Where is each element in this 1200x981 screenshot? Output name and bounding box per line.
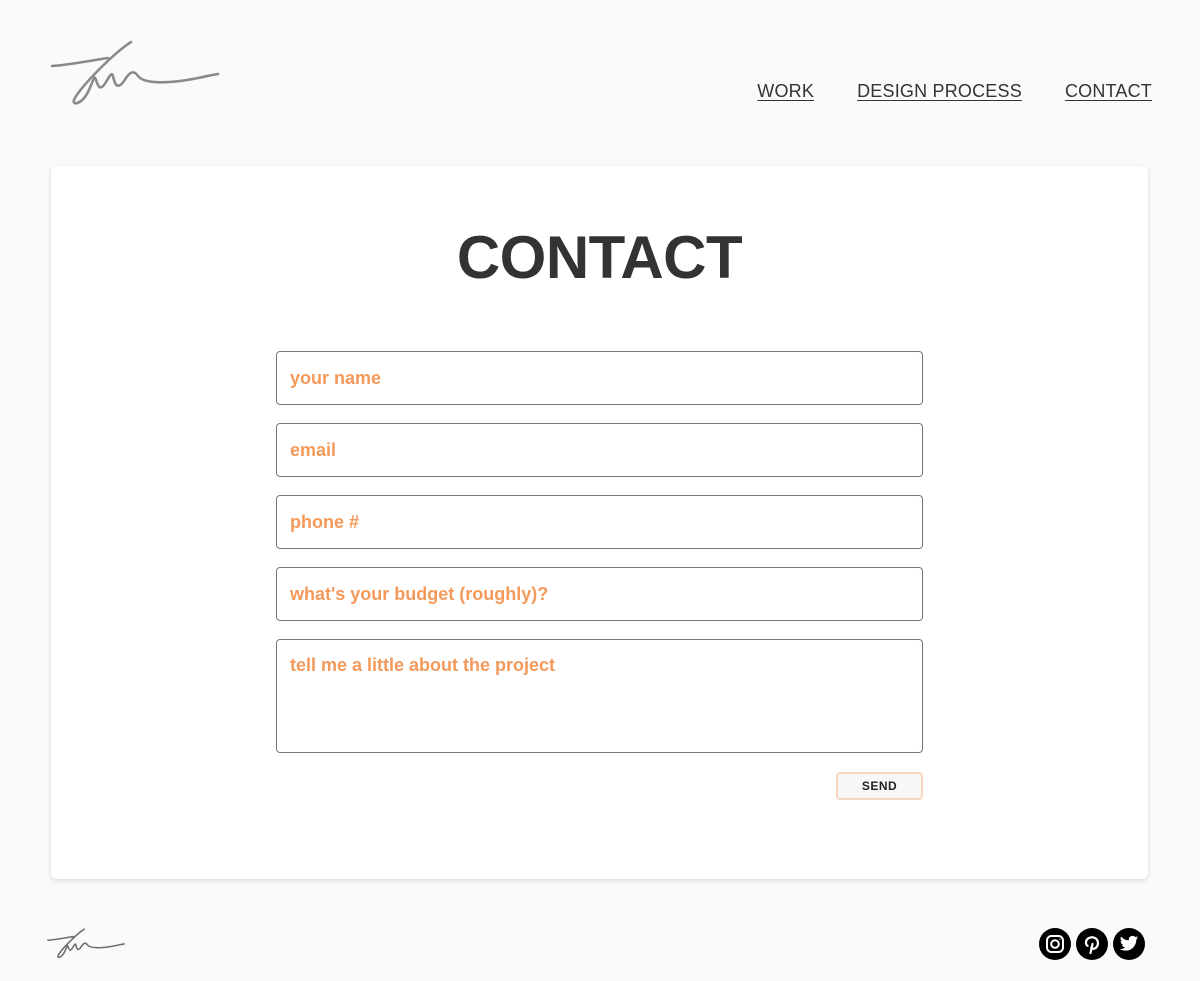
main-nav: WORK DESIGN PROCESS CONTACT bbox=[757, 81, 1152, 102]
phone-input[interactable] bbox=[276, 495, 923, 549]
project-textarea[interactable] bbox=[276, 639, 923, 753]
page: WORK DESIGN PROCESS CONTACT CONTACT SEND bbox=[0, 0, 1200, 981]
signature-logo[interactable] bbox=[48, 36, 222, 108]
twitter-icon[interactable] bbox=[1113, 928, 1145, 960]
send-button[interactable]: SEND bbox=[836, 772, 923, 800]
nav-design-process[interactable]: DESIGN PROCESS bbox=[857, 81, 1022, 102]
contact-form: SEND bbox=[276, 351, 923, 800]
name-input[interactable] bbox=[276, 351, 923, 405]
instagram-icon[interactable] bbox=[1039, 928, 1071, 960]
page-title: CONTACT bbox=[456, 224, 743, 291]
social-links bbox=[1039, 928, 1145, 960]
pinterest-icon[interactable] bbox=[1076, 928, 1108, 960]
budget-input[interactable] bbox=[276, 567, 923, 621]
contact-card: CONTACT SEND bbox=[51, 166, 1148, 879]
nav-work[interactable]: WORK bbox=[757, 81, 814, 102]
footer-signature-logo[interactable] bbox=[46, 926, 126, 960]
email-input[interactable] bbox=[276, 423, 923, 477]
nav-contact[interactable]: CONTACT bbox=[1065, 81, 1152, 102]
